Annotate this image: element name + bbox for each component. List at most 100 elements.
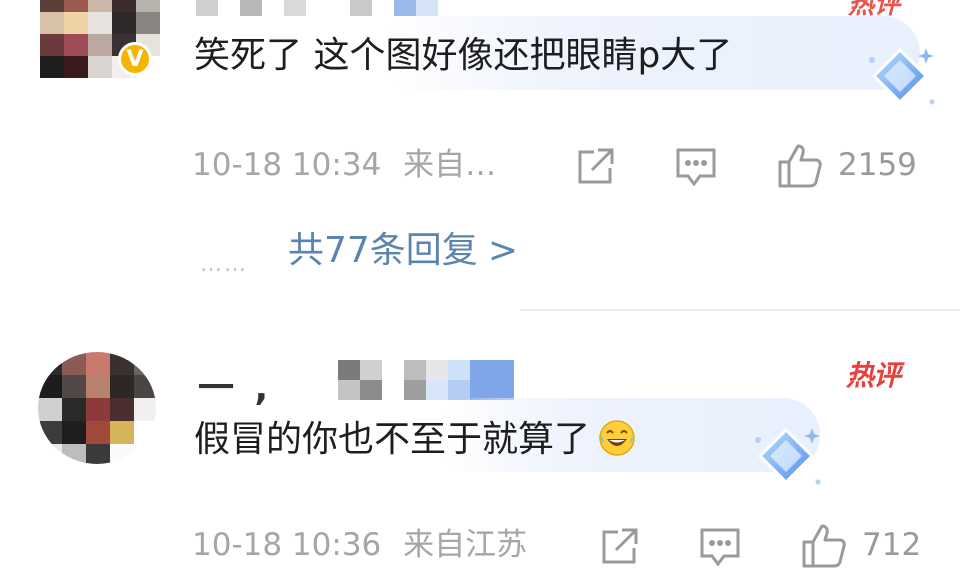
mosaic-cell [426,380,448,400]
mosaic-cell [404,360,426,380]
mosaic-cell [112,12,136,34]
mosaic-cell [394,0,416,16]
mosaic-cell [514,380,536,400]
mosaic-cell [338,360,360,380]
mosaic-cell [38,352,62,375]
replies-dots: …… [200,252,248,277]
mosaic-cell [136,0,160,12]
thumbs-up-icon [778,144,822,188]
mosaic-cell [110,421,134,444]
mosaic-cell [40,56,64,78]
avatar[interactable] [38,352,156,464]
mosaic-cell [86,375,110,398]
mosaic-cell [448,360,470,380]
mosaic-cell [86,352,110,375]
mosaic-cell [112,0,136,12]
mosaic-cell [262,0,284,16]
mosaic-cell [360,360,382,380]
hot-comment-label: 热评 [846,359,901,392]
verified-badge-icon: V [118,42,152,76]
mosaic-cell [110,352,134,375]
share-button[interactable] [574,146,616,186]
timestamp: 10-18 10:34 [192,147,382,183]
mosaic-cell [88,34,112,56]
mosaic-cell [62,444,86,464]
mosaic-cell [382,360,404,380]
reply-button[interactable] [674,146,718,188]
comment-icon [676,148,716,187]
like-count: 2159 [838,147,917,183]
mosaic-cell [134,421,156,444]
comment-text: 假冒的你也不至于就算了 [194,419,591,460]
mosaic-cell [404,380,426,400]
mosaic-cell [88,56,112,78]
mosaic-cell [284,0,306,16]
mosaic-cell [134,444,156,464]
mosaic-cell [64,0,88,12]
mosaic-cell [470,380,492,400]
comment-meta: 10-18 10:36 来自江苏 [192,530,527,561]
mosaic-cell [240,0,262,16]
mosaic-cell [86,398,110,421]
mosaic-cell [62,398,86,421]
tears-of-joy-emoji [599,420,635,456]
mosaic-cell [514,360,536,380]
mosaic-cell [88,0,112,12]
diamond-gem-icon [748,420,824,496]
mosaic-cell [62,352,86,375]
mosaic-cell [536,360,558,380]
mosaic-cell [360,380,382,400]
thumbs-up-icon [802,524,846,568]
comment-feed: V 热评 笑死了 这个图好像还把眼睛p大了 10-18 10:34 来自… 21… [0,0,960,587]
mosaic-cell [328,0,350,16]
share-icon [602,528,638,564]
like-button[interactable] [800,522,848,570]
mosaic-cell [38,421,62,444]
mosaic-cell [38,375,62,398]
location: 来自… [403,147,497,183]
mosaic-cell [470,360,492,380]
reply-button[interactable] [698,526,742,568]
view-replies-label: 共77条回复 [288,230,478,271]
divider [520,309,960,311]
comment-text: 笑死了 这个图好像还把眼睛p大了 [194,35,733,76]
share-button[interactable] [598,526,640,566]
mosaic-cell [40,0,64,12]
username-pixelated[interactable] [338,360,558,400]
mosaic-cell [64,34,88,56]
mosaic-cell [372,0,394,16]
username-pixelated[interactable] [196,0,438,16]
mosaic-cell [40,12,64,34]
mosaic-cell [492,360,514,380]
mosaic-cell [86,444,110,464]
mosaic-cell [40,34,64,56]
mosaic-cell [110,375,134,398]
mosaic-cell [110,398,134,421]
mosaic-cell [64,56,88,78]
mosaic-cell [196,0,218,16]
mosaic-cell [306,0,328,16]
mosaic-cell [536,380,558,400]
mosaic-cell [62,421,86,444]
mosaic-cell [218,0,240,16]
mosaic-cell [134,398,156,421]
username-visible-part[interactable]: 一 , [198,371,272,407]
mosaic-cell [350,0,372,16]
mosaic-cell [38,444,62,464]
chevron-right-icon: > [487,230,518,271]
mosaic-cell [136,12,160,34]
mosaic-cell [134,375,156,398]
diamond-gem-icon [862,40,938,116]
mosaic-cell [64,12,88,34]
mosaic-cell [416,0,438,16]
mosaic-cell [338,380,360,400]
mosaic-cell [110,444,134,464]
mosaic-cell [88,12,112,34]
location: 来自江苏 [403,527,528,563]
mosaic-cell [86,421,110,444]
like-button[interactable] [776,142,824,190]
view-replies-link[interactable]: 共77条回复 > [288,233,518,269]
share-icon [578,148,614,184]
comment-meta: 10-18 10:34 来自… [192,150,496,181]
comment-text-row: 假冒的你也不至于就算了 [194,419,636,458]
